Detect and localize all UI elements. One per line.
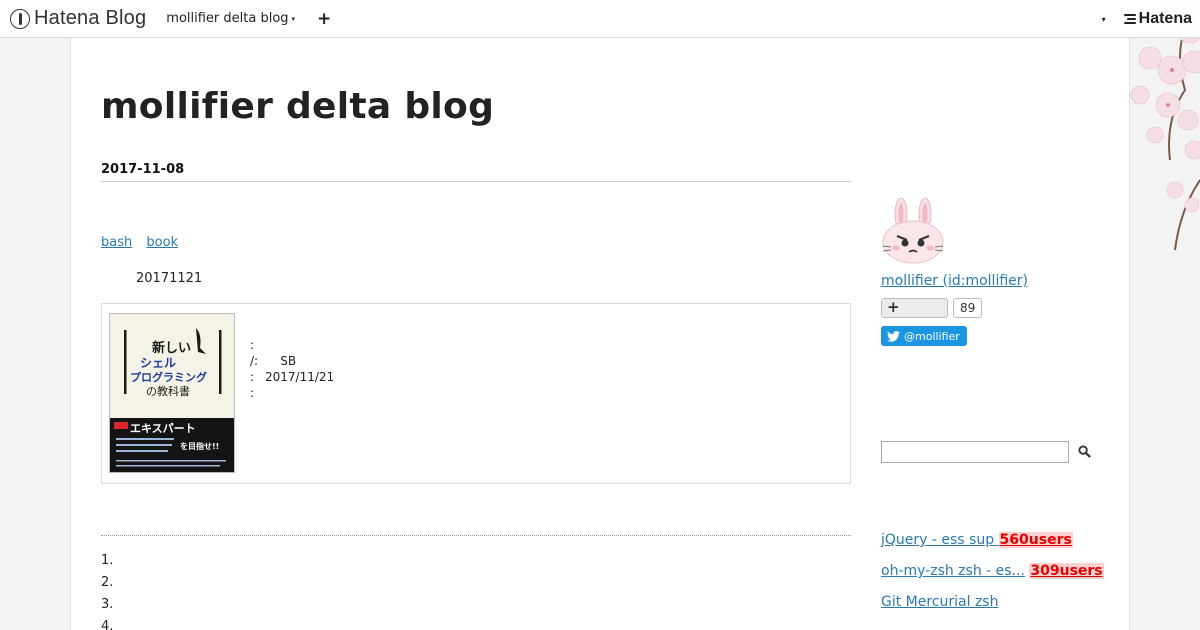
list-item: oh-my-zsh zsh - es... 309users <box>881 561 1171 582</box>
plus-icon: + <box>887 298 900 316</box>
entry-categories: bash book <box>101 235 851 250</box>
hot-entry-users[interactable]: 309users <box>1029 563 1104 579</box>
meta-row: : <box>250 338 255 352</box>
search-icon <box>1078 444 1091 458</box>
search-module <box>881 441 1091 463</box>
profile-avatar[interactable] <box>881 197 945 264</box>
twitter-follow-button[interactable]: @mollifier <box>881 326 967 346</box>
list-item: 4. <box>101 619 114 630</box>
hot-entry-link[interactable]: oh-my-zsh zsh - es... <box>881 563 1025 579</box>
hot-entry-link[interactable]: jQuery - ess sup <box>881 532 999 548</box>
hot-entry-users[interactable]: 560users <box>998 532 1073 548</box>
hatena-label: Hatena <box>1138 10 1192 27</box>
twitter-bird-icon <box>887 330 900 342</box>
cover-subtitle-2: を目指せ!! <box>180 441 219 451</box>
release-date-text: 20171121 <box>136 271 203 286</box>
entry: 2017-11-08 bash book 20171121 新しい シェル プロ… <box>101 162 851 630</box>
blog-selector[interactable]: mollifier delta blog ▾ <box>166 11 295 26</box>
hatena-menu-button[interactable]: Hatena <box>1123 10 1192 28</box>
meta-row-publisher: /: SB <box>250 354 297 368</box>
search-button[interactable] <box>1078 443 1091 462</box>
category-link-bash[interactable]: bash <box>101 235 132 250</box>
hatena-lines-icon <box>1123 12 1136 26</box>
list-item: Git Mercurial zsh <box>881 592 1171 613</box>
list-item: 3. <box>101 597 114 612</box>
book-cover-image[interactable]: 新しい シェル プログラミング の教科書 エキスパート を目指せ!! <box>109 313 235 473</box>
list-item: jQuery - ess sup 560users <box>881 530 1171 551</box>
caret-down-icon: ▾ <box>291 14 296 23</box>
hot-entry-link[interactable]: Git Mercurial zsh <box>881 594 998 610</box>
list-item: 1. <box>101 553 114 568</box>
follow-button[interactable]: + <box>881 298 948 318</box>
category-link-book[interactable]: book <box>146 235 178 250</box>
meta-row-date: :2017/11/21 <box>250 370 335 384</box>
entry-date[interactable]: 2017-11-08 <box>101 162 851 182</box>
divider <box>101 535 851 536</box>
cover-title-1: 新しい <box>152 340 191 356</box>
global-header: Hatena Blog mollifier delta blog ▾ + ▾ H… <box>0 0 1200 38</box>
book-metadata: : /: SB :2017/11/21 : <box>250 337 334 401</box>
meta-row: : <box>250 386 255 400</box>
search-input[interactable] <box>881 441 1069 463</box>
list-item: 2. <box>101 575 114 590</box>
user-menu-caret-icon[interactable]: ▾ <box>1102 15 1106 24</box>
follow-row: + 89 <box>881 298 1181 318</box>
hatena-blog-icon <box>10 8 30 29</box>
twitter-handle: @mollifier <box>904 329 960 343</box>
blog-title[interactable]: mollifier delta blog <box>101 86 494 127</box>
cover-title-3: プログラミング <box>130 370 207 384</box>
cover-title-2: シェル <box>140 356 176 370</box>
new-post-button[interactable]: + <box>317 9 331 29</box>
cover-subtitle-1: エキスパート <box>130 422 196 435</box>
blog-selector-label: mollifier delta blog <box>166 11 289 26</box>
ordered-list: 1. 2. 3. 4. <box>101 550 851 630</box>
blog-page: mollifier delta blog 2017-11-08 bash boo… <box>70 38 1130 630</box>
hot-entries: jQuery - ess sup 560users oh-my-zsh zsh … <box>881 530 1171 623</box>
profile-name-link[interactable]: mollifier (id:mollifier) <box>881 273 1028 289</box>
hatena-blog-logo[interactable]: Hatena Blog <box>10 0 146 38</box>
book-embed: 新しい シェル プログラミング の教科書 エキスパート を目指せ!! : /: … <box>101 303 851 484</box>
cover-title-4: の教科書 <box>146 384 190 398</box>
follower-count: 89 <box>953 298 983 318</box>
sidebar: mollifier (id:mollifier) + 89 @mollifier <box>881 197 1181 610</box>
logo-text: Hatena Blog <box>34 7 147 29</box>
